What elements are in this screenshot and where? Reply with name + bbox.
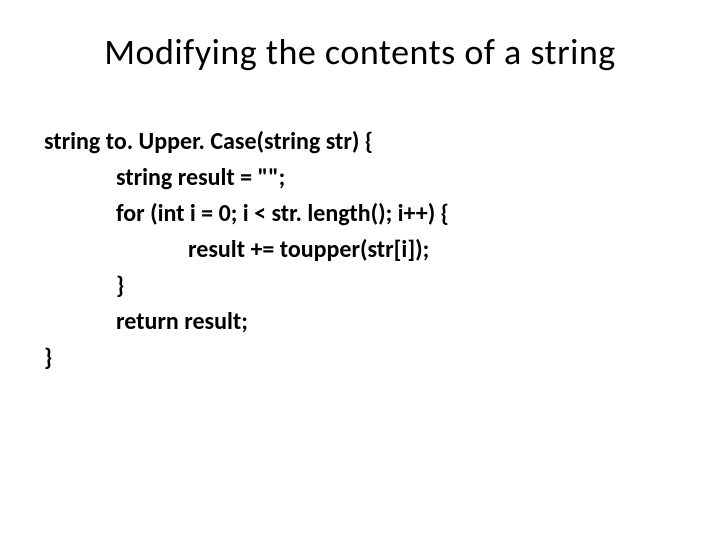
code-block: string to. Upper. Case(string str) { str… [44, 124, 680, 376]
code-line-2: string result = ""; [44, 160, 680, 196]
code-line-6: return result; [44, 304, 680, 340]
code-line-7: } [44, 340, 680, 376]
code-line-5: } [44, 268, 680, 304]
code-line-3: for (int i = 0; i < str. length(); i++) … [44, 196, 680, 232]
slide-title: Modifying the contents of a string [40, 30, 680, 74]
code-line-4: result += toupper(str[i]); [44, 232, 680, 268]
code-line-1: string to. Upper. Case(string str) { [44, 124, 680, 160]
